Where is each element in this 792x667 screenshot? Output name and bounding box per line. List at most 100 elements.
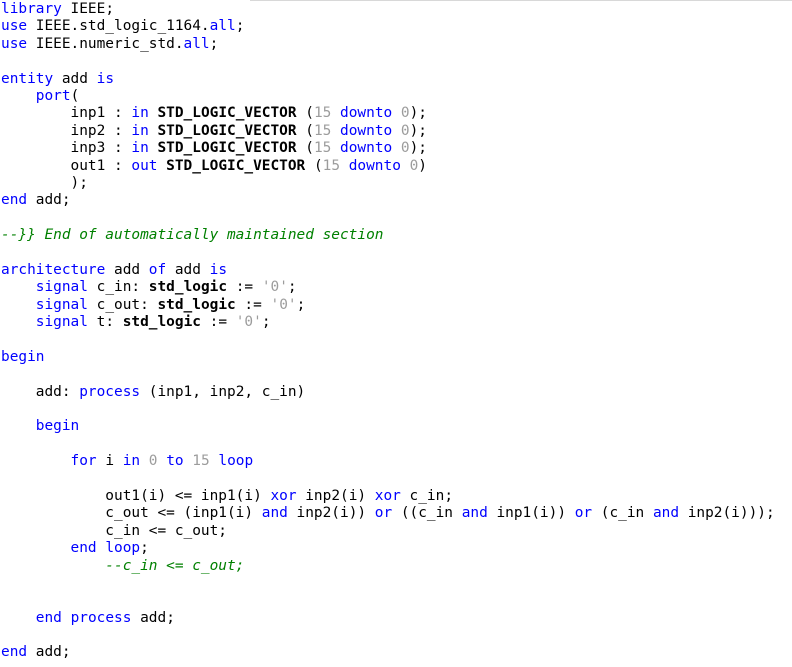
code-number: 0 [400, 140, 410, 157]
code-line[interactable]: c_in <= c_out; [1, 523, 775, 540]
code-token: add: [1, 383, 80, 400]
code-keyword: downto [348, 157, 401, 174]
code-token: inp2 : [1, 122, 132, 139]
code-token: c_in <= c_out; [1, 522, 227, 539]
code-type: STD_LOGIC_VECTOR [157, 122, 297, 139]
code-line[interactable]: signal c_out: std_logic := '0'; [1, 297, 775, 314]
code-keyword: in [122, 453, 141, 470]
code-line[interactable] [1, 210, 775, 227]
code-keyword: architecture [1, 261, 106, 278]
code-line[interactable] [1, 592, 775, 609]
code-token: ); [409, 140, 427, 157]
code-line[interactable]: out1 : out STD_LOGIC_VECTOR (15 downto 0… [1, 158, 775, 175]
code-line[interactable]: port( [1, 88, 775, 105]
code-keyword: port [35, 87, 71, 104]
code-keyword: signal [35, 314, 88, 331]
code-token: c_in; [400, 487, 454, 504]
code-line[interactable] [1, 366, 775, 383]
code-token: := [235, 296, 271, 313]
code-token: add [166, 261, 210, 278]
code-token: ; [261, 314, 271, 331]
code-line[interactable]: c_out <= (inp1(i) and inp2(i)) or ((c_in… [1, 505, 775, 522]
code-token: ; [209, 35, 219, 52]
code-token: ( [70, 87, 80, 104]
code-token: inp3 : [1, 140, 132, 157]
code-line[interactable]: for i in 0 to 15 loop [1, 453, 775, 470]
code-token: ) [418, 157, 427, 174]
code-token: t: [87, 314, 123, 331]
code-type: std_logic [157, 296, 236, 313]
code-number: 0 [148, 453, 158, 470]
code-line[interactable]: add: process (inp1, inp2, c_in) [1, 384, 775, 401]
code-token: ); [409, 122, 427, 139]
code-line[interactable]: ); [1, 175, 775, 192]
code-token: ( [296, 140, 314, 157]
code-keyword: loop [218, 453, 254, 470]
code-keyword: process [79, 383, 141, 400]
code-token: ((c_in [392, 505, 462, 522]
code-line[interactable] [1, 627, 775, 644]
code-keyword: begin [1, 348, 45, 365]
code-line[interactable]: end loop; [1, 540, 775, 557]
code-line[interactable]: begin [1, 349, 775, 366]
code-token: IEEE; [61, 1, 115, 17]
code-line[interactable]: --}} End of automatically maintained sec… [1, 227, 775, 244]
code-type: STD_LOGIC_VECTOR [157, 140, 297, 157]
code-keyword: signal [35, 279, 88, 296]
code-line[interactable]: entity add is [1, 71, 775, 88]
code-keyword: out [131, 157, 158, 174]
code-line[interactable]: out1(i) <= inp1(i) xor inp2(i) xor c_in; [1, 488, 775, 505]
code-token: add; [131, 609, 175, 626]
code-token: := [227, 279, 262, 296]
code-number: 15 [313, 122, 332, 139]
code-editor[interactable]: library IEEE; use IEEE.std_logic_1164.all… [0, 0, 792, 667]
code-token: inp2(i))); [679, 505, 775, 522]
code-line[interactable]: architecture add of add is [1, 262, 775, 279]
code-line[interactable]: inp1 : in STD_LOGIC_VECTOR (15 downto 0)… [1, 105, 775, 122]
code-line[interactable]: library IEEE; [1, 1, 775, 18]
code-token: ; [296, 296, 306, 313]
code-line[interactable]: end process add; [1, 610, 775, 627]
code-keyword: or [374, 505, 393, 522]
code-token: IEEE.std_logic_1164. [27, 18, 210, 35]
code-token: IEEE.numeric_std. [27, 35, 184, 52]
code-line[interactable] [1, 244, 775, 261]
code-line[interactable] [1, 401, 775, 418]
code-number: 0 [409, 157, 419, 174]
code-line[interactable]: end add; [1, 644, 775, 661]
code-line[interactable]: inp3 : in STD_LOGIC_VECTOR (15 downto 0)… [1, 140, 775, 157]
code-line[interactable]: inp2 : in STD_LOGIC_VECTOR (15 downto 0)… [1, 123, 775, 140]
code-line[interactable]: use IEEE.std_logic_1164.all; [1, 18, 775, 35]
code-string: '0' [235, 314, 262, 331]
code-token: ( [296, 122, 314, 139]
code-line[interactable]: signal c_in: std_logic := '0'; [1, 279, 775, 296]
code-token: inp2(i) [296, 487, 375, 504]
code-number: 15 [322, 157, 341, 174]
code-line[interactable]: begin [1, 418, 775, 435]
code-line[interactable]: use IEEE.numeric_std.all; [1, 36, 775, 53]
code-line[interactable] [1, 53, 775, 70]
code-line[interactable]: signal t: std_logic := '0'; [1, 314, 775, 331]
code-text-area[interactable]: library IEEE; use IEEE.std_logic_1164.all… [1, 1, 775, 662]
code-line[interactable] [1, 575, 775, 592]
code-token: c_in: [87, 279, 149, 296]
code-line[interactable] [1, 436, 775, 453]
code-keyword: of [148, 261, 167, 278]
code-line[interactable]: end add; [1, 192, 775, 209]
code-token: inp1 : [1, 105, 132, 122]
code-token: ( [305, 157, 323, 174]
code-line[interactable] [1, 331, 775, 348]
code-line[interactable]: --c_in <= c_out; [1, 558, 775, 575]
code-token: (c_in [592, 505, 653, 522]
code-line[interactable] [1, 471, 775, 488]
